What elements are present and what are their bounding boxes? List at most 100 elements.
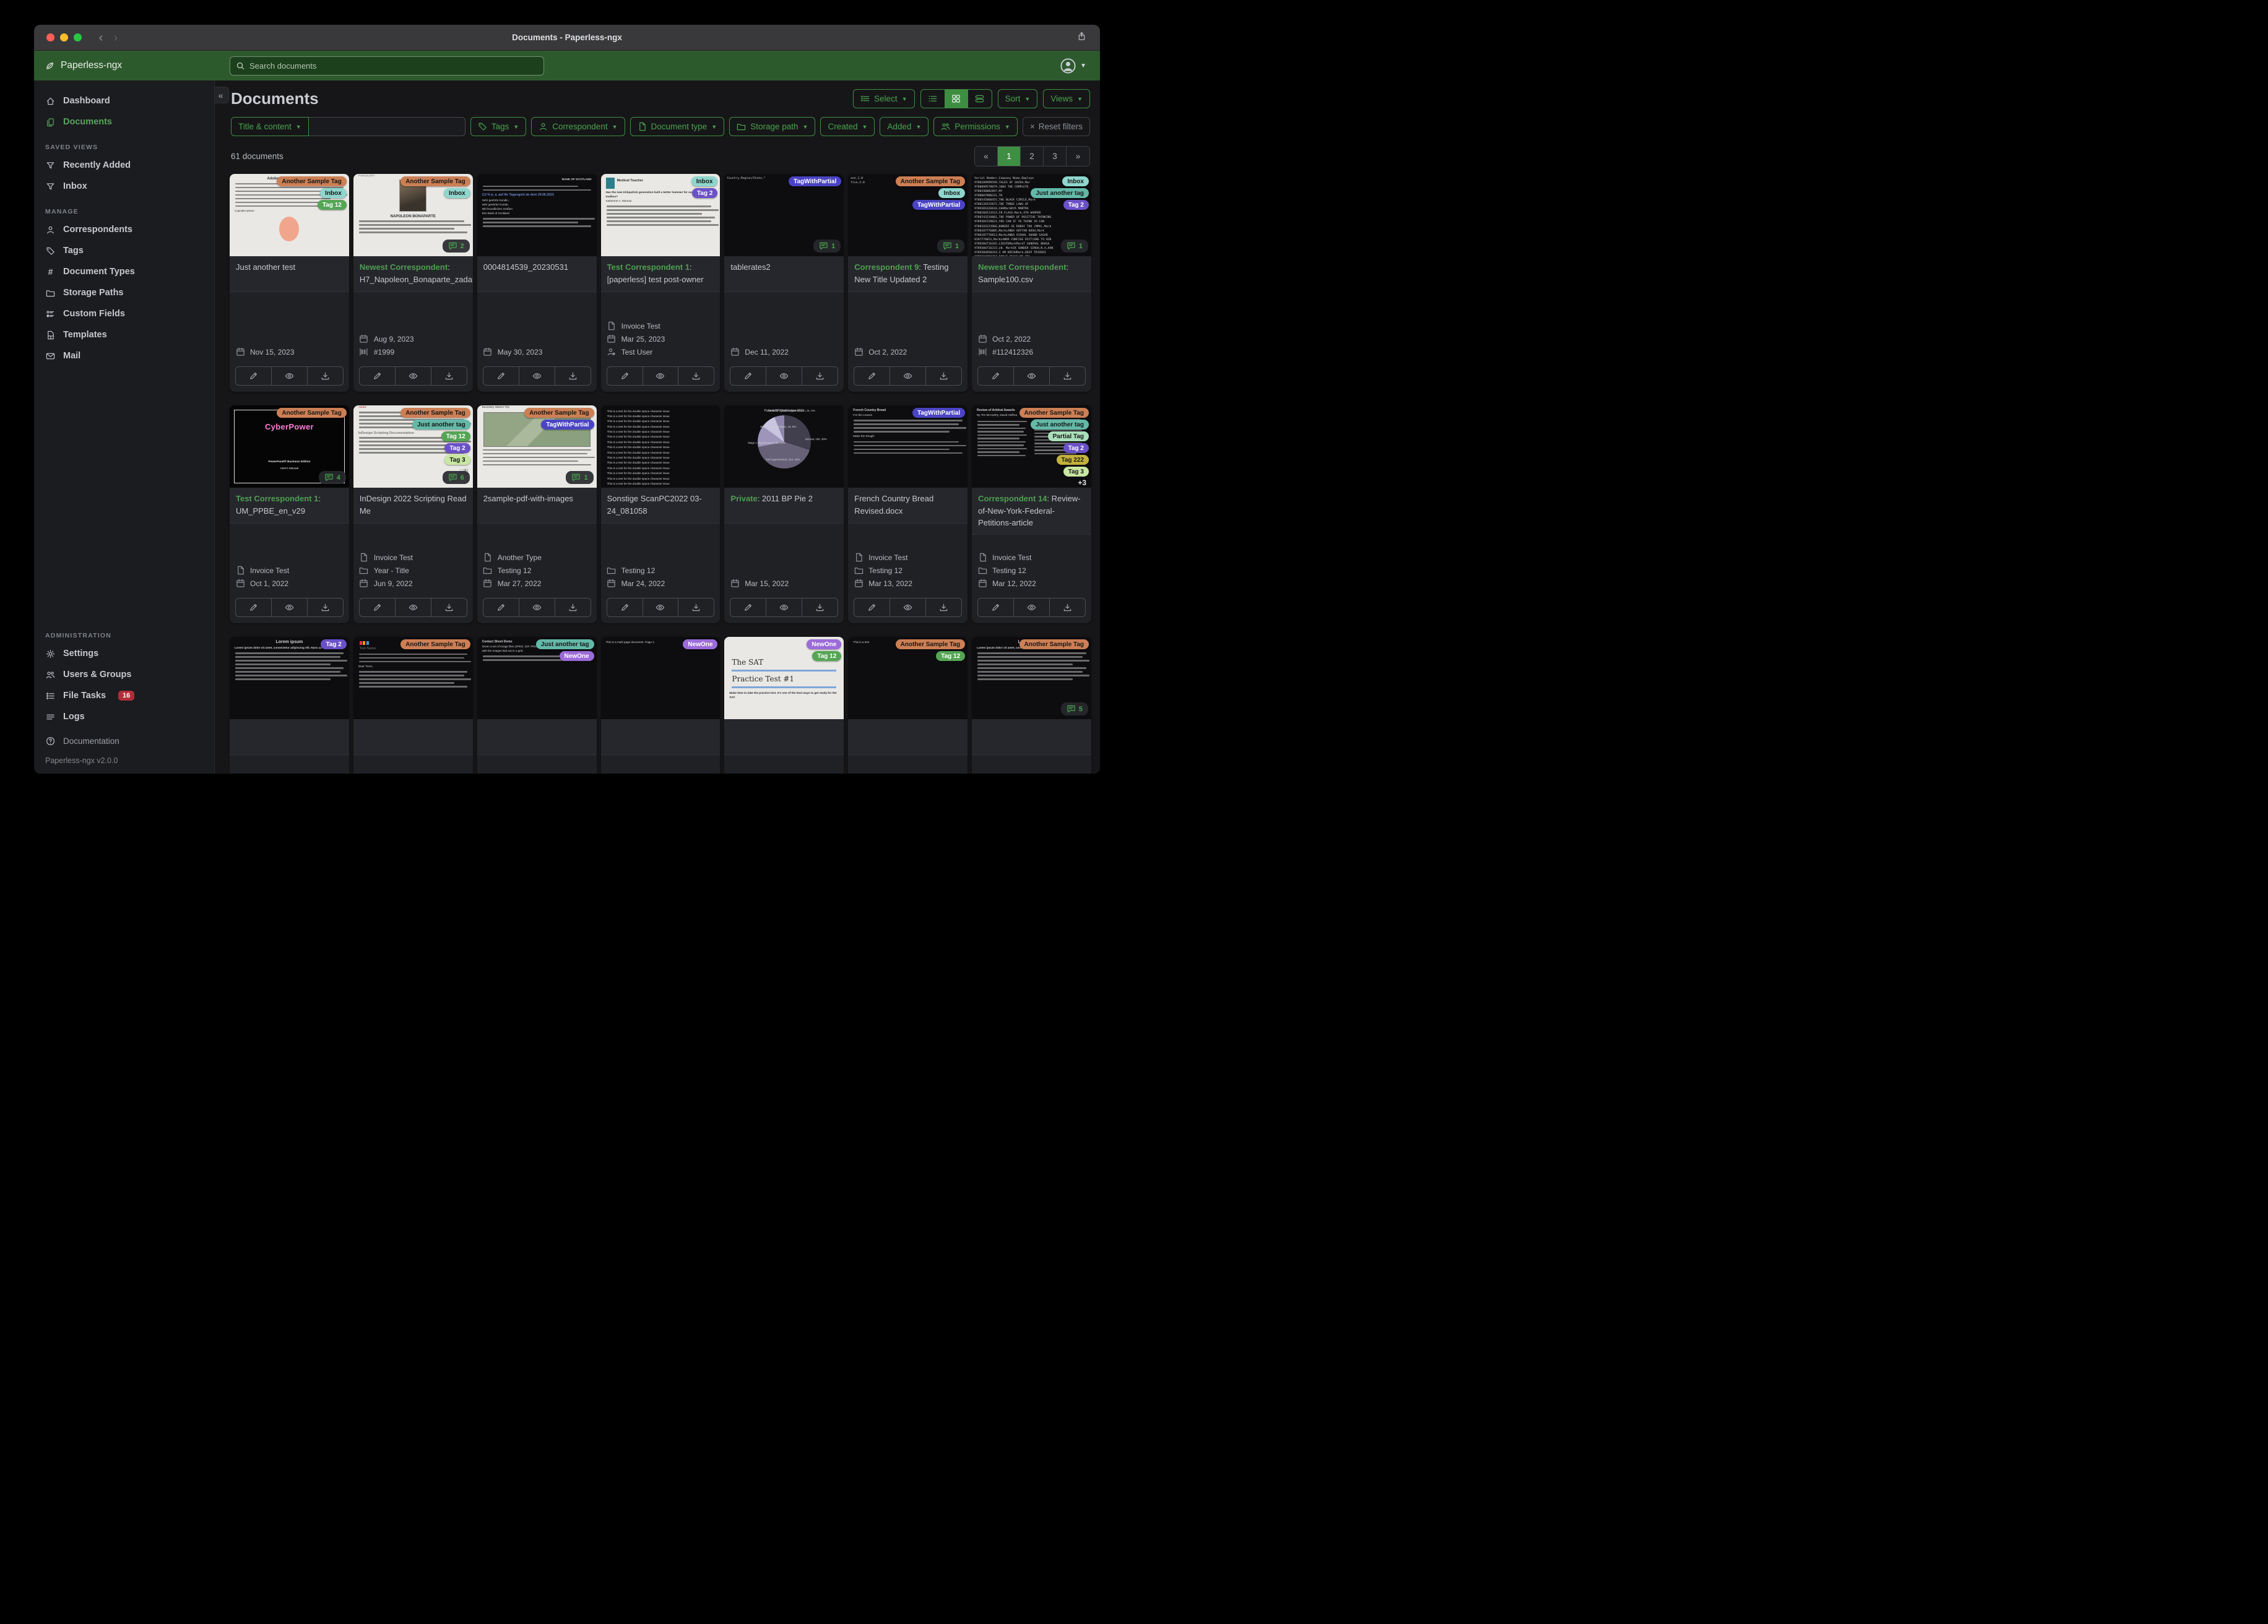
sidebar-item-settings[interactable]: Settings	[34, 643, 214, 664]
tag-pill[interactable]: TagWithPartial	[912, 408, 966, 418]
document-title[interactable]: Newest Correspondent: H7_Napoleon_Bonapa…	[353, 256, 473, 292]
sidebar-item-dashboard[interactable]: Dashboard	[34, 90, 214, 111]
correspondent-link[interactable]: Newest Correspondent	[978, 262, 1066, 272]
search-input[interactable]	[249, 61, 538, 71]
tag-pill[interactable]: Tag 12	[812, 651, 842, 661]
tag-pill[interactable]: Another Sample Tag	[400, 639, 470, 649]
sidebar-item-file-tasks[interactable]: File Tasks 16	[34, 685, 214, 706]
tag-pill[interactable]: Tag 2	[692, 188, 718, 198]
document-title[interactable]	[972, 719, 1091, 755]
view-button[interactable]	[1014, 598, 1050, 616]
view-button[interactable]	[396, 598, 431, 616]
document-card[interactable]: Patient BP Distribution 2011 Normal, 150,…	[724, 405, 844, 623]
edit-button[interactable]	[360, 367, 396, 385]
edit-button[interactable]	[854, 367, 891, 385]
sidebar-item-document-types[interactable]: # Document Types	[34, 261, 214, 282]
tag-pill[interactable]: Tag 2	[321, 639, 347, 649]
document-thumbnail[interactable]: Patient BP Distribution 2011 Normal, 150,…	[724, 405, 844, 488]
view-button[interactable]	[890, 598, 927, 616]
sidebar-item-recently-added[interactable]: Recently Added	[34, 155, 214, 176]
document-title[interactable]: Sonstige ScanPC2022 03-24_081058	[600, 488, 721, 524]
sidebar-item-documentation[interactable]: Documentation	[34, 731, 214, 751]
filter-tags-button[interactable]: Tags ▼	[470, 117, 527, 136]
document-card[interactable]: This is a test for the double space char…	[600, 405, 721, 623]
document-title[interactable]: Just another test	[230, 256, 349, 292]
tag-pill[interactable]: Just another tag	[412, 420, 470, 430]
document-card[interactable]: Adobe Acrobat PDF FilesCupcake ipsumAnot…	[230, 174, 349, 392]
tag-pill[interactable]: Tag 12	[317, 200, 347, 210]
document-title[interactable]: InDesign 2022 Scripting Read Me	[353, 488, 473, 524]
tag-pill[interactable]: Just another tag	[1031, 188, 1089, 198]
document-card[interactable]: Boundary Waters Trip Another Sample Tag Ta…	[477, 405, 597, 623]
sidebar-collapse-button[interactable]: «	[215, 87, 229, 103]
view-button[interactable]	[519, 367, 555, 385]
select-button[interactable]: Select ▼	[853, 89, 915, 108]
edit-button[interactable]	[854, 598, 891, 616]
document-thumbnail[interactable]: Serial Number,Company Name,Employe 978818…	[972, 174, 1091, 256]
download-button[interactable]	[431, 598, 467, 616]
view-button[interactable]	[643, 367, 679, 385]
tag-pill[interactable]: Tag 2	[1063, 443, 1089, 453]
document-thumbnail[interactable]: Contact Sheet Demo Given a set of image f…	[477, 637, 597, 719]
document-thumbnail[interactable]: This is a test Another Sample Tag Tag 12	[848, 637, 968, 719]
tag-pill[interactable]: NewOne	[807, 639, 842, 649]
tag-pill[interactable]: Tag 12	[441, 431, 470, 441]
document-title[interactable]: French Country Bread Revised.docx	[848, 488, 968, 524]
document-card[interactable]: Lorem ipsumLorem ipsum dolor sit amet, c…	[972, 637, 1091, 774]
download-button[interactable]	[308, 598, 343, 616]
sort-button[interactable]: Sort ▼	[997, 89, 1038, 108]
edit-button[interactable]	[730, 598, 767, 616]
document-card[interactable]: Serial Number,Company Name,Employe 978818…	[972, 174, 1091, 392]
document-card[interactable]: Lorem ipsumLorem ipsum dolor sit amet, c…	[230, 637, 349, 774]
tag-pill[interactable]: Another Sample Tag	[400, 408, 470, 418]
document-card[interactable]: Review of Arbitral Awards By Tim McCarthy…	[972, 405, 1091, 623]
filter-permissions-button[interactable]: Permissions ▼	[933, 117, 1018, 136]
document-thumbnail[interactable]: Country,Region/State," TagWithPartial 1	[724, 174, 844, 256]
tag-pill[interactable]: Another Sample Tag	[895, 639, 966, 649]
document-thumbnail[interactable]: BANK OF SCOTLAND 2,0 % p. a. auf Ihr Tage…	[477, 174, 597, 256]
document-thumbnail[interactable]: Medical Teacher Has the new Kirkpatrick g…	[600, 174, 721, 256]
filter-correspondent-button[interactable]: Correspondent ▼	[531, 117, 625, 136]
document-card[interactable]: CyberPower PowerPanel® Business Edition Us…	[230, 405, 349, 623]
document-card[interactable]: The SAT Practice Test #1 Make time to take…	[724, 637, 844, 774]
user-menu[interactable]: ▼	[1060, 58, 1086, 74]
document-thumbnail[interactable]: Adobe InDesign Scripting Documentation Ano…	[353, 405, 473, 488]
view-grid-mode-button[interactable]	[944, 90, 968, 108]
views-button[interactable]: Views ▼	[1043, 89, 1090, 108]
filter-field-dropdown[interactable]: Title & content ▼	[231, 117, 309, 136]
download-button[interactable]	[555, 367, 591, 385]
tag-pill[interactable]: Partial Tag	[1047, 431, 1089, 441]
tag-pill[interactable]: Another Sample Tag	[1019, 408, 1089, 418]
document-title[interactable]: Newest Correspondent: Sample100.csv	[972, 256, 1091, 292]
tag-pill[interactable]: Just another tag	[1031, 420, 1089, 430]
sidebar-item-documents[interactable]: Documents	[34, 111, 214, 132]
sidebar-item-logs[interactable]: Logs	[34, 706, 214, 727]
document-title[interactable]	[353, 719, 473, 755]
correspondent-link[interactable]: Private	[730, 494, 757, 503]
sidebar-item-inbox[interactable]: Inbox	[34, 176, 214, 197]
document-card[interactable]: French Country Bread For the Leaven Make t…	[848, 405, 968, 623]
document-card[interactable]: Medical Teacher Has the new Kirkpatrick g…	[600, 174, 721, 392]
document-thumbnail[interactable]: This is a multi page document. Page 1. Ne…	[600, 637, 721, 719]
download-button[interactable]	[926, 598, 961, 616]
tag-pill[interactable]: Inbox	[320, 188, 347, 198]
document-card[interactable]: Country,Region/State," TagWithPartial 1 tab…	[724, 174, 844, 392]
document-thumbnail[interactable]: CyberPower PowerPanel® Business Edition Us…	[230, 405, 349, 488]
correspondent-link[interactable]: Test Correspondent 1	[607, 262, 690, 272]
document-card[interactable]: BANK OF SCOTLAND 2,0 % p. a. auf Ihr Tage…	[477, 174, 597, 392]
tag-pill[interactable]: Another Sample Tag	[277, 408, 347, 418]
document-title[interactable]: Test Correspondent 1: [paperless] test p…	[600, 256, 721, 292]
tag-pill[interactable]: Another Sample Tag	[400, 176, 470, 186]
correspondent-link[interactable]: Test Correspondent 1	[236, 494, 318, 503]
document-title[interactable]: Correspondent 14: Review-of-New-York-Fed…	[972, 488, 1091, 535]
tag-pill[interactable]: Tag 222	[1056, 455, 1089, 465]
edit-button[interactable]	[236, 598, 272, 616]
tag-pill[interactable]: Another Sample Tag	[524, 408, 594, 418]
reset-filters-button[interactable]: × Reset filters	[1022, 117, 1090, 136]
tag-pill[interactable]: Inbox	[691, 176, 718, 186]
sidebar-item-custom-fields[interactable]: Custom Fields	[34, 303, 214, 324]
document-card[interactable]: one,1.0 five,5.0 Another Sample Tag Inbox Ta…	[848, 174, 968, 392]
view-button[interactable]	[643, 598, 679, 616]
document-title[interactable]	[724, 719, 844, 755]
edit-button[interactable]	[730, 367, 767, 385]
